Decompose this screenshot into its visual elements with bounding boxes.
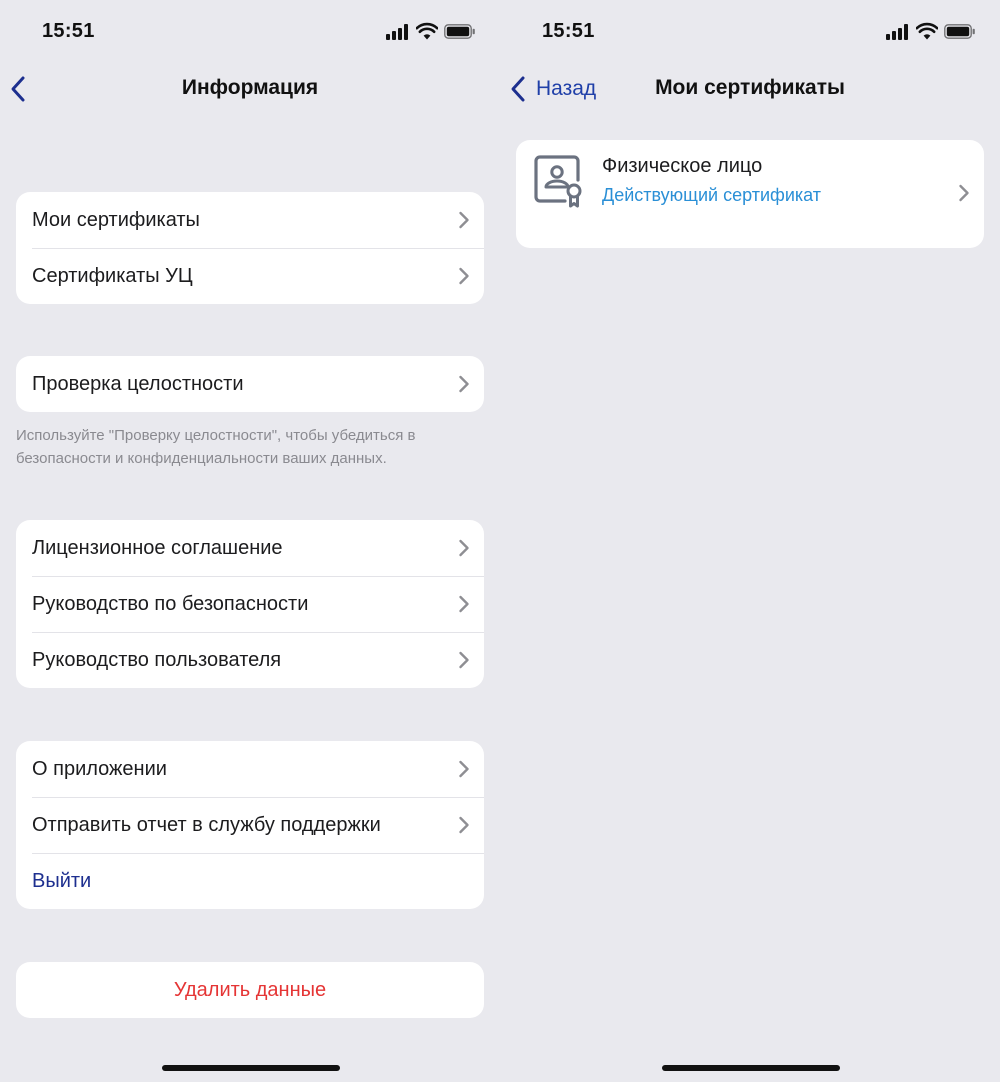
status-bar: 15:51 (500, 0, 1000, 60)
integrity-group: Проверка целостности (16, 356, 484, 412)
chevron-right-icon (459, 816, 469, 834)
certificate-card[interactable]: Физическое лицо Действующий сертификат (516, 140, 984, 248)
delete-data-button[interactable]: Удалить данные (16, 962, 484, 1018)
menu-item-label: Сертификаты УЦ (32, 264, 193, 287)
menu-item-license-agreement[interactable]: Лицензионное соглашение (16, 520, 484, 576)
chevron-right-icon (459, 375, 469, 393)
chevron-right-icon (459, 539, 469, 557)
app-group: О приложении Отправить отчет в службу по… (16, 741, 484, 909)
integrity-footnote: Используйте "Проверку целостности", чтоб… (16, 427, 416, 467)
info-screen: 15:51 Информация Мои сертификаты Сертифи… (0, 0, 500, 1082)
home-indicator[interactable] (662, 1065, 840, 1071)
menu-item-label: Мои сертификаты (32, 208, 200, 231)
certificates-screen: 15:51 Назад Мои сертификаты Физическое л… (500, 0, 1000, 1082)
menu-item-integrity-check[interactable]: Проверка целостности (16, 356, 484, 412)
menu-item-send-report[interactable]: Отправить отчет в службу поддержки (16, 797, 484, 853)
certificates-group: Мои сертификаты Сертификаты УЦ (16, 192, 484, 304)
menu-item-about-app[interactable]: О приложении (16, 741, 484, 797)
menu-item-label: Отправить отчет в службу поддержки (32, 813, 381, 836)
menu-item-security-guide[interactable]: Руководство по безопасности (16, 576, 484, 632)
chevron-right-icon (459, 760, 469, 778)
logout-button[interactable]: Выйти (16, 853, 484, 909)
battery-icon (444, 24, 475, 39)
menu-item-ca-certificates[interactable]: Сертификаты УЦ (16, 248, 484, 304)
certificate-status: Действующий сертификат (602, 185, 822, 205)
chevron-right-icon (459, 211, 469, 229)
chevron-right-icon (959, 184, 969, 202)
documents-group: Лицензионное соглашение Руководство по б… (16, 520, 484, 688)
certificate-title: Физическое лицо (602, 155, 763, 177)
page-title: Информация (181, 76, 319, 99)
menu-item-my-certificates[interactable]: Мои сертификаты (16, 192, 484, 248)
menu-item-user-guide[interactable]: Руководство пользователя (16, 632, 484, 688)
signal-icon (886, 24, 910, 40)
menu-item-label: Руководство по безопасности (32, 592, 309, 615)
menu-item-label: Лицензионное соглашение (32, 536, 283, 559)
delete-data-label: Удалить данные (173, 978, 327, 1001)
certificate-icon (534, 155, 582, 208)
wifi-icon (416, 22, 438, 40)
chevron-right-icon (459, 267, 469, 285)
chevron-right-icon (459, 595, 469, 613)
menu-item-label: О приложении (32, 757, 167, 780)
status-bar: 15:51 (0, 0, 500, 60)
nav-bar: Назад Мои сертификаты (500, 66, 1000, 112)
chevron-right-icon (459, 651, 469, 669)
menu-item-label: Проверка целостности (32, 372, 244, 395)
status-time: 15:51 (42, 20, 95, 42)
menu-item-label: Руководство пользователя (32, 648, 282, 671)
delete-group: Удалить данные (16, 962, 484, 1018)
page-title: Мои сертификаты (655, 76, 845, 99)
logout-label: Выйти (32, 869, 92, 892)
home-indicator[interactable] (162, 1065, 340, 1071)
signal-icon (386, 24, 410, 40)
wifi-icon (916, 22, 938, 40)
status-time: 15:51 (542, 20, 595, 42)
nav-bar: Информация (0, 66, 500, 112)
battery-icon (944, 24, 975, 39)
